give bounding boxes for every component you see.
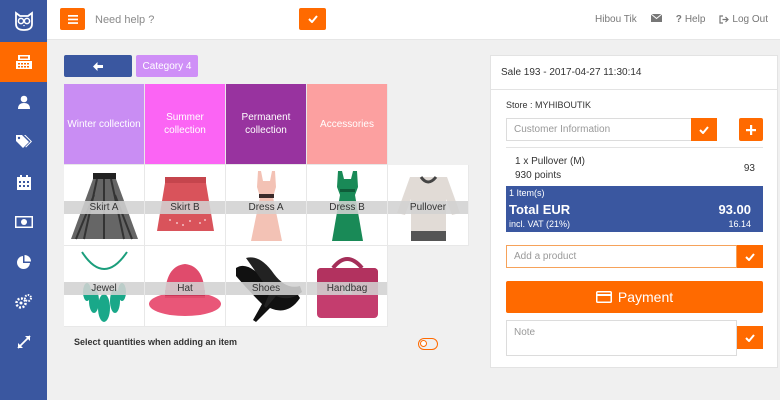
cogs-icon: [15, 294, 32, 309]
customer-input[interactable]: [506, 118, 691, 141]
check-icon: [307, 15, 318, 23]
sidebar-item-fullscreen[interactable]: [0, 322, 47, 362]
select-quantities-toggle[interactable]: [418, 338, 438, 350]
category-label: Accessories: [320, 118, 374, 130]
category-label: Winter collection: [67, 118, 141, 130]
expand-icon: [16, 335, 31, 349]
product-tile-jewel[interactable]: Jewel: [64, 246, 145, 327]
add-product-button[interactable]: [737, 245, 763, 268]
select-quantities-label: Select quantities when adding an item: [74, 337, 238, 347]
payment-button[interactable]: Payment: [506, 281, 763, 313]
sidebar-item-register[interactable]: [0, 42, 47, 82]
sidebar-item-products[interactable]: [0, 122, 47, 162]
product-label: Pullover: [388, 201, 468, 214]
toggle-knob: [420, 340, 427, 347]
total-value: 93.00: [718, 202, 751, 217]
vat-label: incl. VAT (21%): [509, 219, 571, 229]
category-label: Permanent collection: [241, 112, 291, 136]
total-label: Total EUR: [509, 202, 571, 217]
logout-link-label: Log Out: [732, 14, 768, 25]
customer-confirm-button[interactable]: [691, 118, 717, 141]
pie-chart-icon: [17, 254, 31, 269]
help-search-input[interactable]: [95, 11, 295, 29]
username-label[interactable]: Hibou Tik: [595, 14, 637, 25]
user-icon: [17, 95, 30, 109]
add-customer-button[interactable]: [739, 118, 763, 141]
product-label: Hat: [145, 282, 225, 295]
sale-line-description[interactable]: 1 x Pullover (M): [515, 156, 585, 167]
product-tile-hat[interactable]: Hat: [145, 246, 226, 327]
product-label: Skirt A: [64, 201, 144, 214]
logout-icon: [719, 15, 730, 24]
menu-button[interactable]: [60, 8, 85, 30]
product-tile-dress-b[interactable]: Dress B: [307, 165, 388, 246]
help-link-label: Help: [684, 14, 706, 25]
category-summer[interactable]: Summer collection: [145, 84, 226, 165]
product-label: Jewel: [64, 282, 144, 295]
check-icon: [745, 252, 755, 261]
back-button[interactable]: [64, 55, 132, 77]
product-label: Dress B: [307, 201, 387, 214]
divider: [506, 147, 763, 148]
category-permanent[interactable]: Permanent collection: [226, 84, 307, 165]
arrow-left-icon: [93, 61, 103, 71]
sidebar-item-calendar[interactable]: [0, 162, 47, 202]
help-link[interactable]: ? Help: [676, 14, 706, 25]
plus-icon: [746, 124, 756, 135]
sidebar: [0, 0, 47, 400]
sidebar-item-cash[interactable]: [0, 202, 47, 242]
help-search-button[interactable]: [299, 8, 326, 30]
sale-header: Sale 193 - 2017-04-27 11:30:14: [491, 56, 777, 90]
product-label: Handbag: [307, 282, 387, 295]
product-label: Shoes: [226, 282, 306, 295]
check-icon: [745, 333, 755, 342]
product-grid: Winter collection Summer collection Perm…: [64, 84, 471, 327]
note-textarea[interactable]: [506, 320, 737, 356]
vat-value: 16.14: [728, 219, 751, 229]
hamburger-icon: [67, 14, 78, 24]
topbar-actions: Hibou Tik ? Help Log Out: [595, 13, 768, 25]
owl-logo-icon[interactable]: [0, 0, 47, 42]
calendar-icon: [16, 174, 31, 190]
product-tile-handbag[interactable]: Handbag: [307, 246, 388, 327]
product-tile-shoes[interactable]: Shoes: [226, 246, 307, 327]
note-save-button[interactable]: [737, 326, 763, 349]
product-tile-pullover[interactable]: Pullover: [388, 165, 469, 246]
check-icon: [699, 125, 709, 134]
current-category-crumb[interactable]: Category 4: [136, 55, 198, 77]
sidebar-item-customers[interactable]: [0, 82, 47, 122]
product-tile-skirt-b[interactable]: Skirt B: [145, 165, 226, 246]
product-label: Skirt B: [145, 201, 225, 214]
add-product-input[interactable]: [506, 245, 737, 268]
sidebar-item-reports[interactable]: [0, 242, 47, 282]
sale-line-amount[interactable]: 93: [744, 163, 755, 174]
category-label: Summer collection: [164, 112, 206, 136]
total-box: 1 Item(s) Total EUR 93.00 incl. VAT (21%…: [506, 186, 763, 232]
sidebar-item-settings[interactable]: [0, 282, 47, 322]
product-label: Dress A: [226, 201, 306, 214]
product-tile-dress-a[interactable]: Dress A: [226, 165, 307, 246]
topbar: Hibou Tik ? Help Log Out: [47, 0, 780, 40]
envelope-icon[interactable]: [650, 13, 663, 25]
category-winter[interactable]: Winter collection: [64, 84, 145, 165]
store-name: Store : MYHIBOUTIK: [506, 100, 592, 110]
logout-link[interactable]: Log Out: [719, 14, 768, 25]
product-tile-skirt-a[interactable]: Skirt A: [64, 165, 145, 246]
empty-tile: [388, 246, 469, 327]
payment-label: Payment: [617, 289, 674, 305]
credit-card-icon: [595, 291, 612, 303]
money-icon: [14, 216, 33, 228]
sale-panel: Sale 193 - 2017-04-27 11:30:14 Store : M…: [490, 55, 778, 368]
category-accessories[interactable]: Accessories: [307, 84, 388, 165]
cash-register-icon: [15, 55, 32, 69]
tags-icon: [15, 135, 32, 148]
sale-line-points: 930 points: [515, 170, 562, 181]
item-count: 1 Item(s): [509, 188, 545, 198]
question-icon: ?: [675, 14, 682, 25]
